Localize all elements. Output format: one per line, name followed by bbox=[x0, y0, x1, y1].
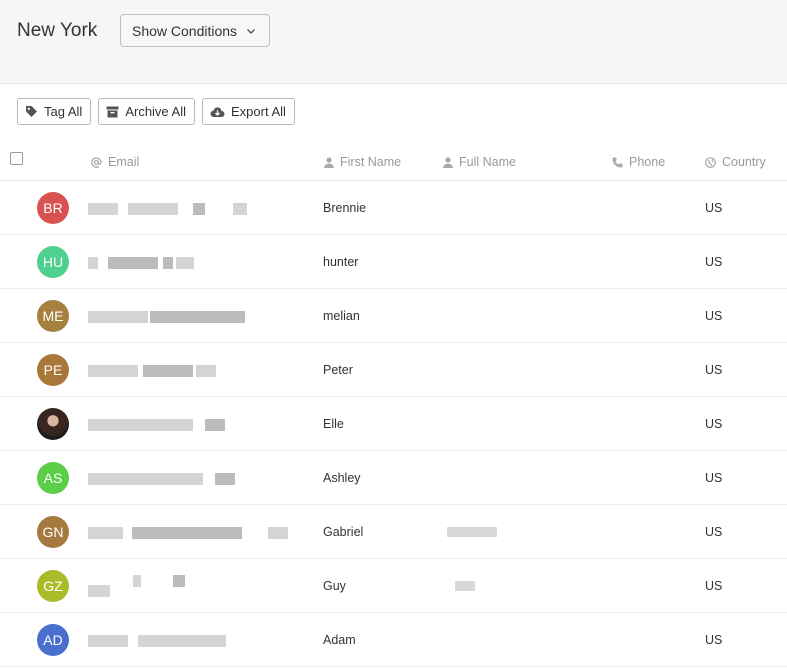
page-header: New York Show Conditions bbox=[0, 0, 787, 84]
first-name-cell: hunter bbox=[323, 255, 359, 269]
country-cell: US bbox=[705, 525, 723, 539]
email-redacted bbox=[88, 575, 288, 597]
page-title: New York bbox=[17, 20, 98, 41]
first-name-cell: Ashley bbox=[323, 471, 361, 485]
tag-all-button[interactable]: Tag All bbox=[17, 98, 92, 125]
show-conditions-label: Show Conditions bbox=[132, 22, 238, 39]
person-icon bbox=[324, 156, 334, 168]
table-row[interactable]: HU hunter US bbox=[0, 235, 787, 289]
first-name-cell: Gabriel bbox=[323, 525, 364, 539]
first-name-cell: Adam bbox=[323, 633, 356, 647]
column-first-name-label: First Name bbox=[340, 155, 402, 169]
avatar: GN bbox=[37, 516, 69, 548]
email-redacted bbox=[88, 473, 288, 485]
country-cell: US bbox=[705, 255, 723, 269]
avatar: AD bbox=[37, 624, 69, 656]
archive-icon bbox=[106, 106, 119, 117]
column-country[interactable]: Country bbox=[705, 155, 766, 169]
avatar: PE bbox=[37, 354, 69, 386]
chevron-down-icon bbox=[247, 28, 256, 34]
table-row[interactable]: GZ Guy US bbox=[0, 559, 787, 613]
phone-icon bbox=[612, 157, 623, 167]
full-name-redacted bbox=[447, 527, 497, 537]
country-cell: US bbox=[705, 363, 723, 377]
globe-icon bbox=[705, 156, 716, 168]
table-header: Email First Name Full Name Phone Country bbox=[0, 142, 787, 181]
table-row[interactable]: PE Peter US bbox=[0, 343, 787, 397]
email-redacted bbox=[88, 527, 288, 539]
column-first-name[interactable]: First Name bbox=[324, 155, 401, 169]
country-cell: US bbox=[705, 201, 723, 215]
country-cell: US bbox=[705, 309, 723, 323]
tag-icon bbox=[26, 106, 37, 117]
column-phone-label: Phone bbox=[629, 155, 666, 169]
table-row[interactable]: AS Ashley US bbox=[0, 451, 787, 505]
table-row[interactable]: ME melian US bbox=[0, 289, 787, 343]
contacts-table-body: BR Brennie US HU hunter US ME melian US … bbox=[0, 181, 787, 667]
person-icon bbox=[443, 156, 453, 168]
avatar: BR bbox=[37, 192, 69, 224]
column-phone[interactable]: Phone bbox=[612, 155, 665, 169]
avatar: AS bbox=[37, 462, 69, 494]
first-name-cell: melian bbox=[323, 309, 360, 323]
table-row[interactable]: GN Gabriel US bbox=[0, 505, 787, 559]
column-full-name-label: Full Name bbox=[459, 155, 516, 169]
country-cell: US bbox=[705, 579, 723, 593]
email-redacted bbox=[88, 203, 288, 215]
archive-all-button[interactable]: Archive All bbox=[98, 98, 196, 125]
archive-all-label: Archive All bbox=[125, 104, 187, 119]
avatar: HU bbox=[37, 246, 69, 278]
column-country-label: Country bbox=[722, 155, 766, 169]
email-redacted bbox=[88, 365, 288, 377]
email-redacted bbox=[88, 635, 288, 647]
column-email-label: Email bbox=[108, 155, 140, 169]
avatar: GZ bbox=[37, 570, 69, 602]
email-redacted bbox=[88, 419, 288, 431]
cloud-download-icon bbox=[210, 106, 225, 117]
first-name-cell: Brennie bbox=[323, 201, 367, 215]
at-sign-icon bbox=[91, 156, 102, 168]
table-row[interactable]: AD Adam US bbox=[0, 613, 787, 667]
tag-all-label: Tag All bbox=[44, 104, 83, 119]
export-all-label: Export All bbox=[231, 104, 286, 119]
avatar: ME bbox=[37, 300, 69, 332]
avatar-photo bbox=[37, 408, 69, 440]
show-conditions-button[interactable]: Show Conditions bbox=[120, 14, 270, 47]
country-cell: US bbox=[705, 417, 723, 431]
bulk-actions-toolbar: Tag All Archive All Export All bbox=[17, 98, 295, 125]
table-row[interactable]: BR Brennie US bbox=[0, 181, 787, 235]
country-cell: US bbox=[705, 633, 723, 647]
table-row[interactable]: Elle US bbox=[0, 397, 787, 451]
select-all-checkbox[interactable] bbox=[10, 152, 23, 165]
export-all-button[interactable]: Export All bbox=[202, 98, 295, 125]
first-name-cell: Guy bbox=[323, 579, 346, 593]
column-email[interactable]: Email bbox=[91, 155, 139, 169]
full-name-redacted bbox=[455, 581, 475, 591]
column-full-name[interactable]: Full Name bbox=[443, 155, 516, 169]
first-name-cell: Peter bbox=[323, 363, 353, 377]
email-redacted bbox=[88, 311, 288, 323]
email-redacted bbox=[88, 257, 288, 269]
country-cell: US bbox=[705, 471, 723, 485]
first-name-cell: Elle bbox=[323, 417, 344, 431]
